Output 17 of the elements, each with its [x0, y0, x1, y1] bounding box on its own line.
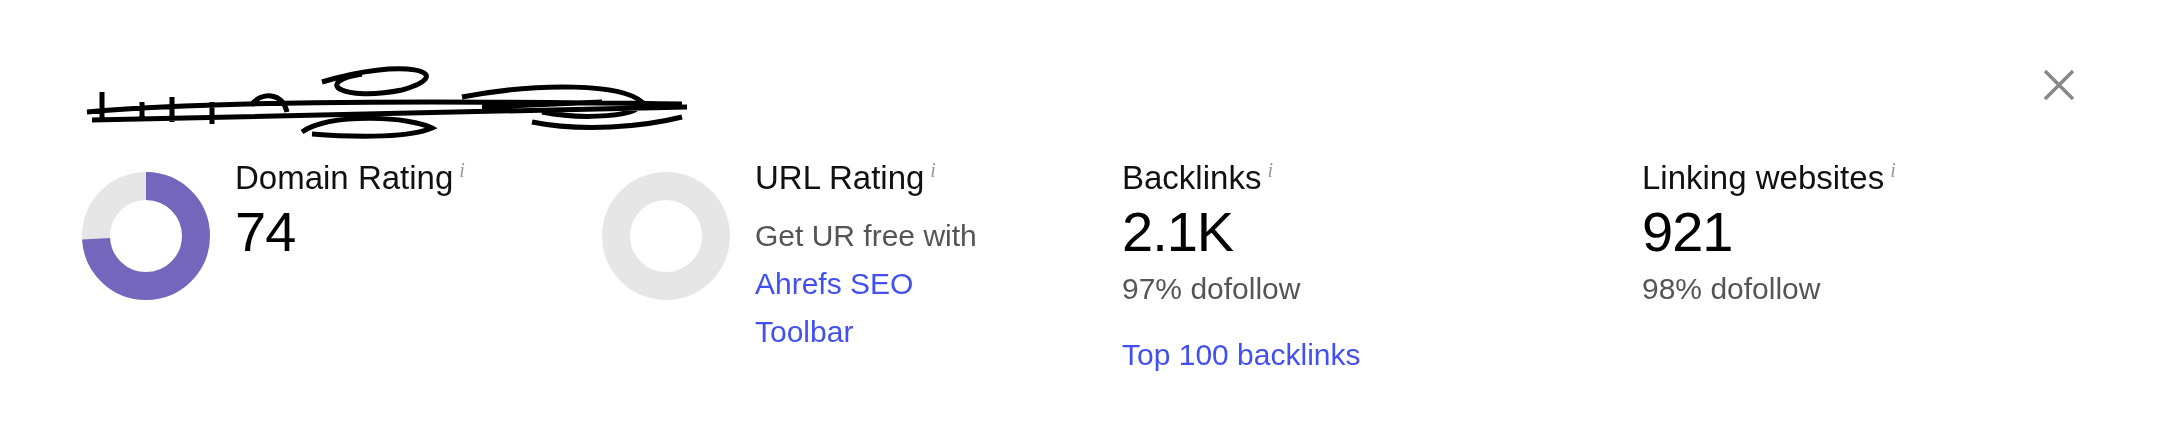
metric-label: Linking websites — [1642, 159, 1885, 196]
metric-value: 2.1K — [1122, 198, 1235, 265]
metric-label: Domain Rating — [235, 159, 454, 196]
info-icon[interactable]: i — [930, 159, 936, 181]
metric-label: Backlinks — [1122, 159, 1262, 196]
close-icon — [2042, 68, 2076, 102]
promo-text: Get UR free with — [755, 217, 977, 254]
info-icon[interactable]: i — [1267, 159, 1273, 181]
backlinks-link[interactable]: Top 100 backlinks — [1122, 330, 1361, 379]
dofollow-share: 98% dofollow — [1642, 270, 1822, 307]
toolbar-link[interactable]: Ahrefs SEO Toolbar — [755, 259, 955, 356]
metric-value: 74 — [235, 198, 297, 265]
info-icon[interactable]: i — [1890, 159, 1896, 181]
info-icon[interactable]: i — [459, 159, 465, 181]
dofollow-share: 97% dofollow — [1122, 270, 1302, 307]
metric-label: URL Rating — [755, 159, 925, 196]
metric-value: 921 — [1642, 198, 1734, 265]
